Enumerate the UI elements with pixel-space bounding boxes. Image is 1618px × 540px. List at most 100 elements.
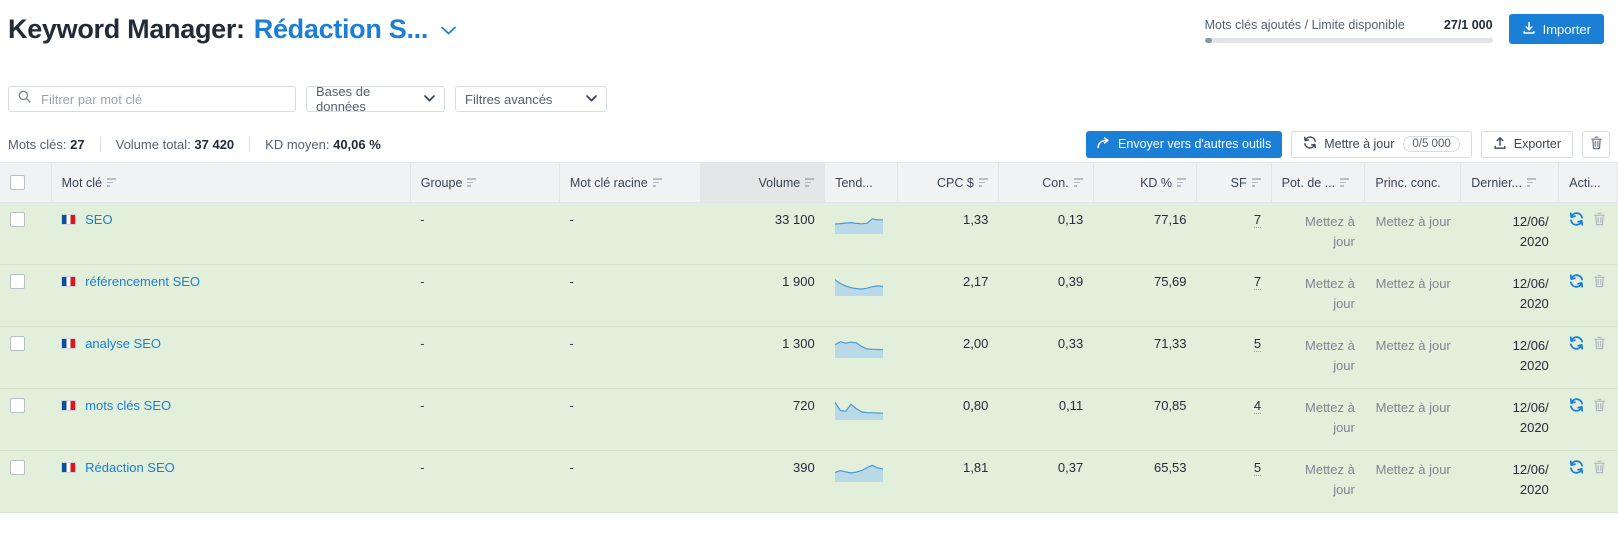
column-header-kd[interactable]: KD %	[1093, 163, 1196, 203]
column-header-group[interactable]: Groupe	[410, 163, 559, 203]
table-row[interactable]: SEO--33 1001,330,1377,167Mettez à jourMe…	[0, 203, 1618, 265]
row-trash-icon[interactable]	[1593, 274, 1606, 288]
send-to-other-tools-button[interactable]: Envoyer vers d'autres outils	[1086, 131, 1282, 158]
row-select-checkbox[interactable]	[10, 398, 25, 413]
potential-value[interactable]: Mettez à jour	[1281, 274, 1355, 313]
advanced-filters-dropdown[interactable]: Filtres avancés	[455, 86, 607, 112]
export-button-label: Exporter	[1514, 137, 1561, 151]
potential-value[interactable]: Mettez à jour	[1281, 336, 1355, 375]
fr-flag-icon	[61, 462, 76, 473]
column-header-cpc[interactable]: CPC $	[897, 163, 998, 203]
page-title-project[interactable]: Rédaction S...	[254, 14, 428, 45]
keyword-link[interactable]: Rédaction SEO	[85, 460, 175, 475]
sf-link[interactable]: 5	[1254, 460, 1261, 476]
keyword-link[interactable]: SEO	[85, 212, 112, 227]
row-refresh-icon[interactable]	[1569, 398, 1584, 412]
cell-kd: 77,16	[1093, 203, 1196, 265]
filter-bar: Bases de données Filtres avancés	[0, 79, 1618, 119]
column-header-acts[interactable]: Acti...	[1559, 163, 1618, 203]
sort-icon[interactable]	[979, 178, 988, 187]
row-select-checkbox[interactable]	[10, 274, 25, 289]
row-refresh-icon[interactable]	[1569, 460, 1584, 474]
stat-average-kd-value: 40,06 %	[333, 137, 381, 152]
sort-icon[interactable]	[467, 178, 476, 187]
stat-average-kd: KD moyen: 40,06 %	[265, 137, 381, 152]
sort-icon[interactable]	[653, 178, 662, 187]
sort-icon[interactable]	[805, 178, 814, 187]
cell-potential: Mettez à jour	[1271, 265, 1365, 327]
potential-value[interactable]: Mettez à jour	[1281, 460, 1355, 499]
table-row[interactable]: mots clés SEO--7200,800,1170,854Mettez à…	[0, 389, 1618, 451]
kd-value: 75,69	[1154, 274, 1187, 289]
table-row[interactable]: référencement SEO--1 9002,170,3975,697Me…	[0, 265, 1618, 327]
column-header-label-last: Dernier...	[1471, 176, 1522, 190]
kd-value: 77,16	[1154, 212, 1187, 227]
main-competitor-value[interactable]: Mettez à jour	[1375, 460, 1451, 480]
main-competitor-value[interactable]: Mettez à jour	[1375, 336, 1451, 356]
potential-value[interactable]: Mettez à jour	[1281, 398, 1355, 437]
column-header-root[interactable]: Mot clé racine	[559, 163, 700, 203]
column-header-princ[interactable]: Princ. conc.	[1365, 163, 1461, 203]
select-all-checkbox[interactable]	[10, 175, 25, 190]
main-competitor-value[interactable]: Mettez à jour	[1375, 398, 1451, 418]
row-trash-icon[interactable]	[1593, 460, 1606, 474]
keyword-table: Mot clé Groupe Mot clé racineVolumeTend...…	[0, 162, 1618, 513]
row-select-checkbox[interactable]	[10, 460, 25, 475]
column-header-label-group: Groupe	[421, 176, 463, 190]
row-trash-icon[interactable]	[1593, 212, 1606, 226]
cell-potential: Mettez à jour	[1271, 389, 1365, 451]
table-row[interactable]: analyse SEO--1 3002,000,3371,335Mettez à…	[0, 327, 1618, 389]
cpc-value: 0,80	[963, 398, 988, 413]
row-refresh-icon[interactable]	[1569, 212, 1584, 226]
column-header-last[interactable]: Dernier...	[1461, 163, 1559, 203]
sf-link[interactable]: 4	[1254, 398, 1261, 414]
column-header-pot[interactable]: Pot. de ...	[1271, 163, 1365, 203]
main-competitor-value[interactable]: Mettez à jour	[1375, 274, 1451, 294]
column-header-sf[interactable]: SF	[1197, 163, 1272, 203]
sort-icon[interactable]	[1340, 178, 1349, 187]
competition-value: 0,37	[1058, 460, 1083, 475]
cell-sf: 4	[1197, 389, 1272, 451]
update-button[interactable]: Mettre à jour 0/5 000	[1291, 131, 1472, 158]
main-competitor-value[interactable]: Mettez à jour	[1375, 212, 1451, 232]
export-button[interactable]: Exporter	[1481, 131, 1573, 158]
row-trash-icon[interactable]	[1593, 398, 1606, 412]
search-input[interactable]	[39, 91, 286, 108]
column-header-keyword[interactable]: Mot clé	[51, 163, 410, 203]
last-update-value: 12/06/2020	[1471, 336, 1549, 375]
cpc-value: 2,17	[963, 274, 988, 289]
keyword-link[interactable]: référencement SEO	[85, 274, 200, 289]
column-header-trend[interactable]: Tend...	[825, 163, 897, 203]
databases-dropdown[interactable]: Bases de données	[306, 86, 445, 112]
sort-icon[interactable]	[1527, 178, 1536, 187]
sort-icon[interactable]	[1177, 178, 1186, 187]
row-select-checkbox[interactable]	[10, 336, 25, 351]
import-button[interactable]: Importer	[1509, 14, 1604, 44]
potential-value[interactable]: Mettez à jour	[1281, 212, 1355, 251]
chevron-down-icon[interactable]	[441, 21, 456, 38]
sf-link[interactable]: 5	[1254, 336, 1261, 352]
sort-icon[interactable]	[1252, 178, 1261, 187]
delete-selected-button[interactable]	[1582, 131, 1610, 158]
column-header-label-pot: Pot. de ...	[1282, 176, 1336, 190]
row-select-checkbox[interactable]	[10, 212, 25, 227]
column-header-volume[interactable]: Volume	[700, 163, 825, 203]
trend-sparkline	[835, 274, 887, 296]
trend-sparkline	[835, 336, 887, 358]
sf-link[interactable]: 7	[1254, 274, 1261, 290]
row-trash-icon[interactable]	[1593, 336, 1606, 350]
cell-volume: 1 300	[700, 327, 825, 389]
sort-icon[interactable]	[107, 178, 116, 187]
row-refresh-icon[interactable]	[1569, 336, 1584, 350]
row-refresh-icon[interactable]	[1569, 274, 1584, 288]
sf-link[interactable]: 7	[1254, 212, 1261, 228]
table-row[interactable]: Rédaction SEO--3901,810,3765,535Mettez à…	[0, 451, 1618, 513]
stat-total-volume: Volume total: 37 420	[116, 137, 235, 152]
column-header-com[interactable]: Con.	[998, 163, 1093, 203]
row-select-cell	[0, 389, 51, 451]
keyword-link[interactable]: mots clés SEO	[85, 398, 171, 413]
keyword-link[interactable]: analyse SEO	[85, 336, 161, 351]
keyword-filter-box[interactable]	[8, 86, 296, 112]
cell-last-update: 12/06/2020	[1461, 389, 1559, 451]
sort-icon[interactable]	[1074, 178, 1083, 187]
